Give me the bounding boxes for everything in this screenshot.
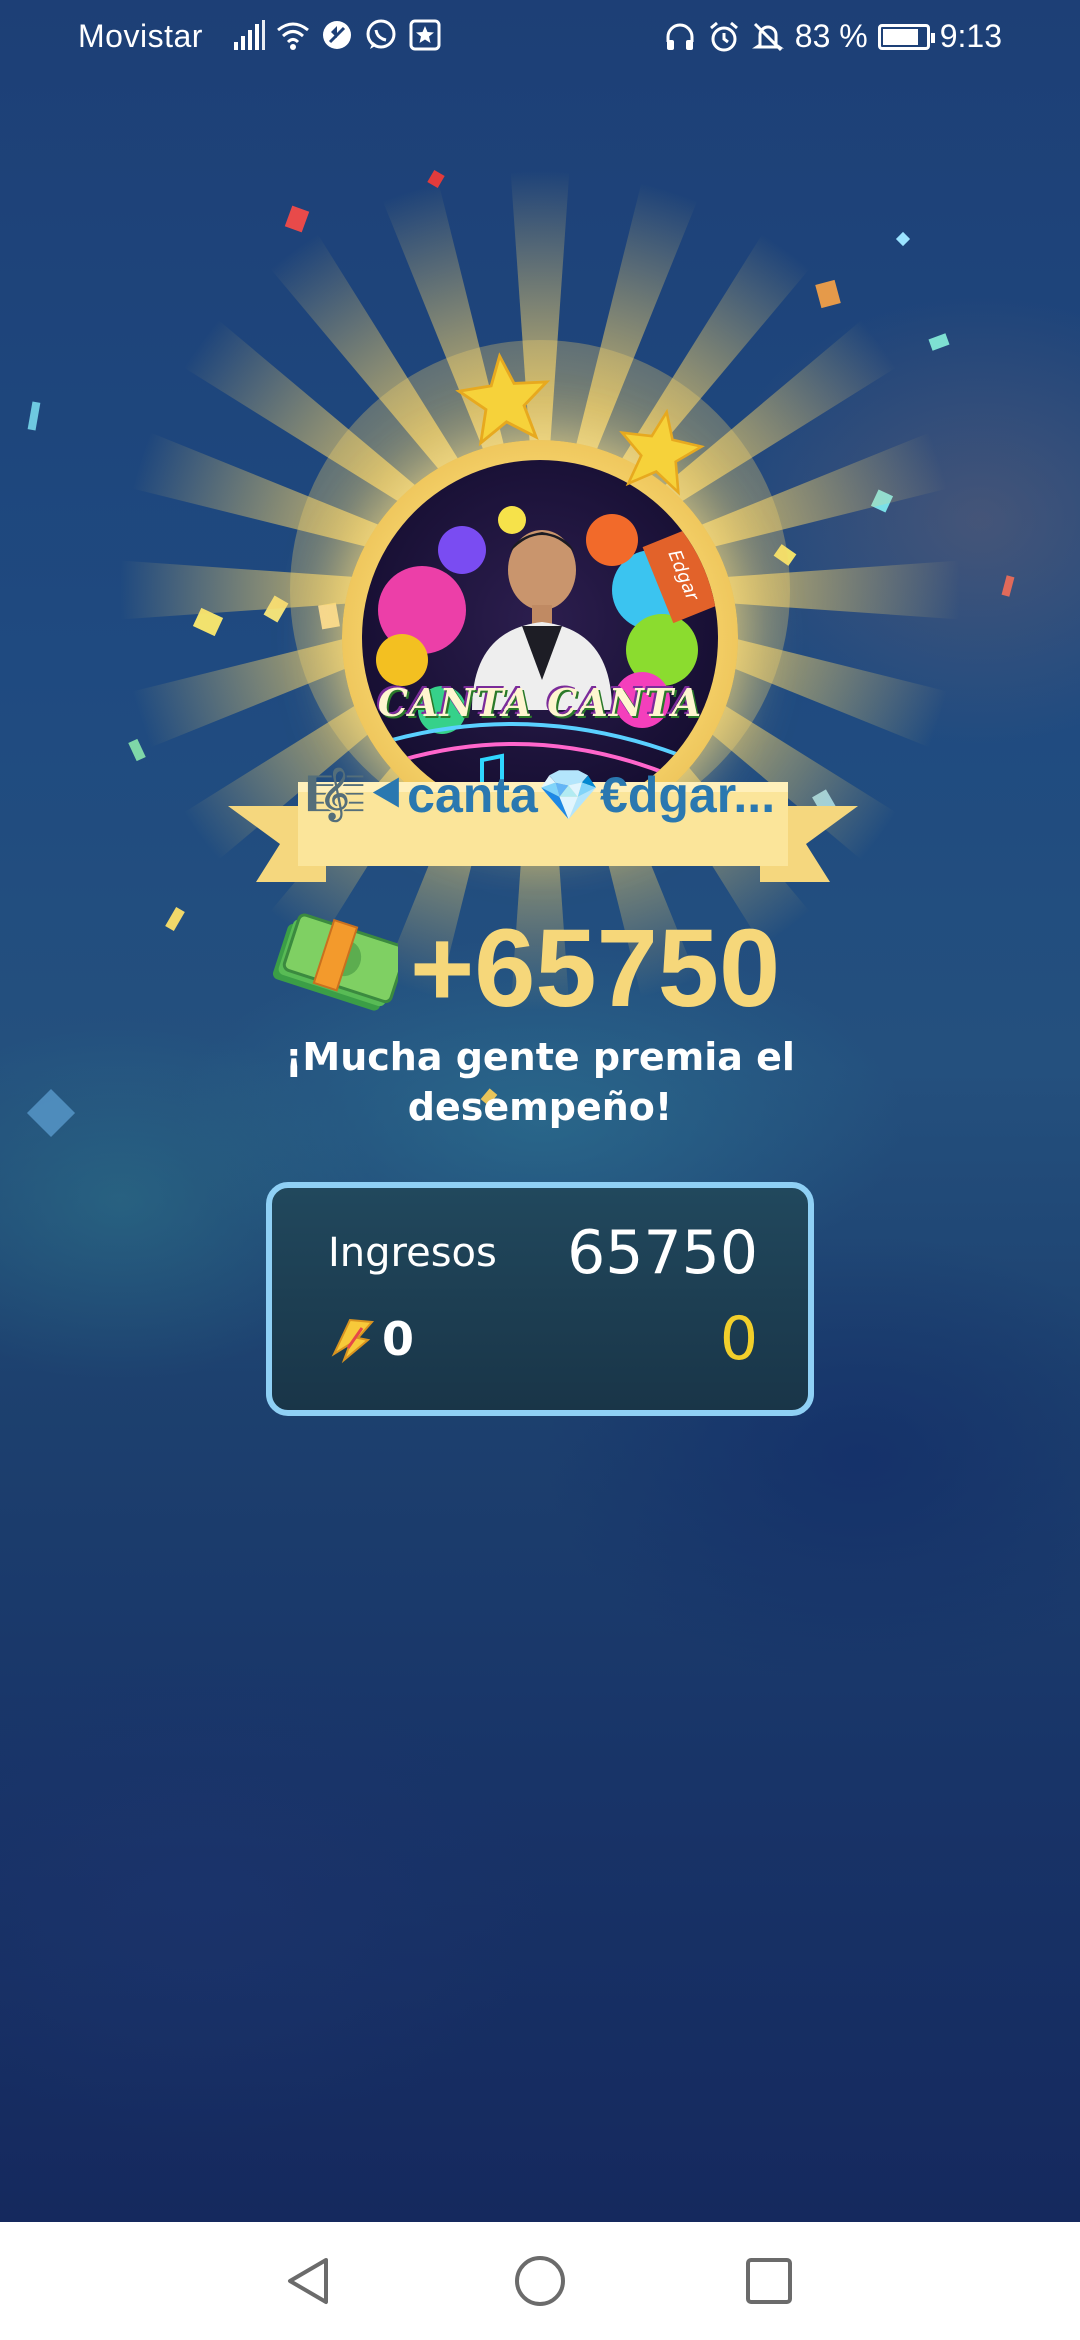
username: 🎼⯇canta💎€dgar... [304,766,776,823]
avatar-caption: CANTA CANTA [377,680,703,725]
back-button[interactable] [270,2242,348,2320]
star-icon [455,352,551,447]
money-stack-icon [272,913,398,1011]
home-icon [515,2256,565,2306]
home-button[interactable] [501,2242,579,2320]
recents-button[interactable] [730,2242,808,2320]
reward-screen: Movistar 83 % 9:13 CANTA CANTA Edgar 🎼⯇c… [0,0,1080,2222]
reward-amount: +65750 [410,907,781,1030]
navigation-bar [0,2222,1080,2340]
lightning-bonus-icon [331,1318,375,1364]
reward-row: +65750 [260,900,840,1040]
bonus-count: 0 [382,1312,415,1366]
back-icon [288,2258,328,2304]
reward-message: ¡Mucha gente premia el desempeño! [285,1035,795,1129]
star-icon [619,408,705,496]
bonus-value: 0 [719,1304,758,1374]
earnings-panel: Ingresos 65750 0 0 [266,1182,814,1416]
earnings-label: Ingresos [328,1230,497,1276]
recents-icon [746,2258,792,2304]
earnings-value: 65750 [567,1218,758,1288]
